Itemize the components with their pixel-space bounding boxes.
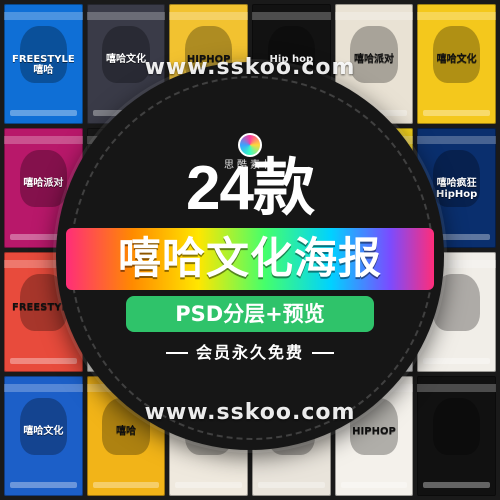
subheading-text: PSD分层+预览 xyxy=(175,301,325,326)
subheading-pill: PSD分层+预览 xyxy=(126,296,374,332)
thumbnail-title: 嘻哈 xyxy=(115,426,136,438)
thumbnail-topbar xyxy=(4,12,83,20)
headline-banner: 嘻哈文化海报 xyxy=(66,228,434,290)
left-dash xyxy=(165,352,188,354)
thumbnail-caption-line xyxy=(423,482,490,488)
headline-text: 嘻哈文化海报 xyxy=(118,233,382,284)
thumbnail-topbar xyxy=(334,12,414,20)
thumbnail-caption-line xyxy=(175,482,242,488)
thumbnail-topbar xyxy=(4,136,83,144)
thumbnail-tile: 嘻哈文化 xyxy=(4,376,83,496)
thumbnail-title: HIPHOP xyxy=(352,426,396,438)
thumbnail-caption-line xyxy=(10,358,77,364)
thumbnail-caption-line xyxy=(10,482,77,488)
thumbnail-topbar xyxy=(417,12,496,20)
thumbnail-title: 嘻哈文化 xyxy=(23,426,64,438)
thumbnail-topbar xyxy=(417,136,496,144)
thumbnail-topbar xyxy=(251,12,331,20)
watermark-top: www.sskoo.com xyxy=(144,55,356,80)
thumbnail-caption-line xyxy=(423,110,490,116)
thumbnail-topbar xyxy=(417,384,496,392)
thumbnail-caption-line xyxy=(10,110,77,116)
thumbnail-topbar xyxy=(86,12,166,20)
right-dash xyxy=(312,352,334,354)
member-note: 会员永久免费 xyxy=(140,340,360,366)
thumbnail-caption-line xyxy=(423,358,490,364)
member-note-text: 会员永久免费 xyxy=(195,343,304,362)
thumbnail-caption-line xyxy=(340,482,408,488)
watermark-bottom: www.sskoo.com xyxy=(144,400,356,425)
thumbnail-topbar xyxy=(169,12,248,20)
thumbnail-caption-line xyxy=(257,482,325,488)
thumbnail-tile xyxy=(417,376,496,496)
thumbnail-topbar xyxy=(4,384,83,392)
thumbnail-caption-line xyxy=(92,482,160,488)
poster-collage: FREESTYLE 嘻哈 嘻哈文化 HIPHOP Hip hop 嘻哈派对 嘻哈文化 嘻哈派… xyxy=(0,0,500,500)
template-count: 24款 xyxy=(186,154,315,223)
